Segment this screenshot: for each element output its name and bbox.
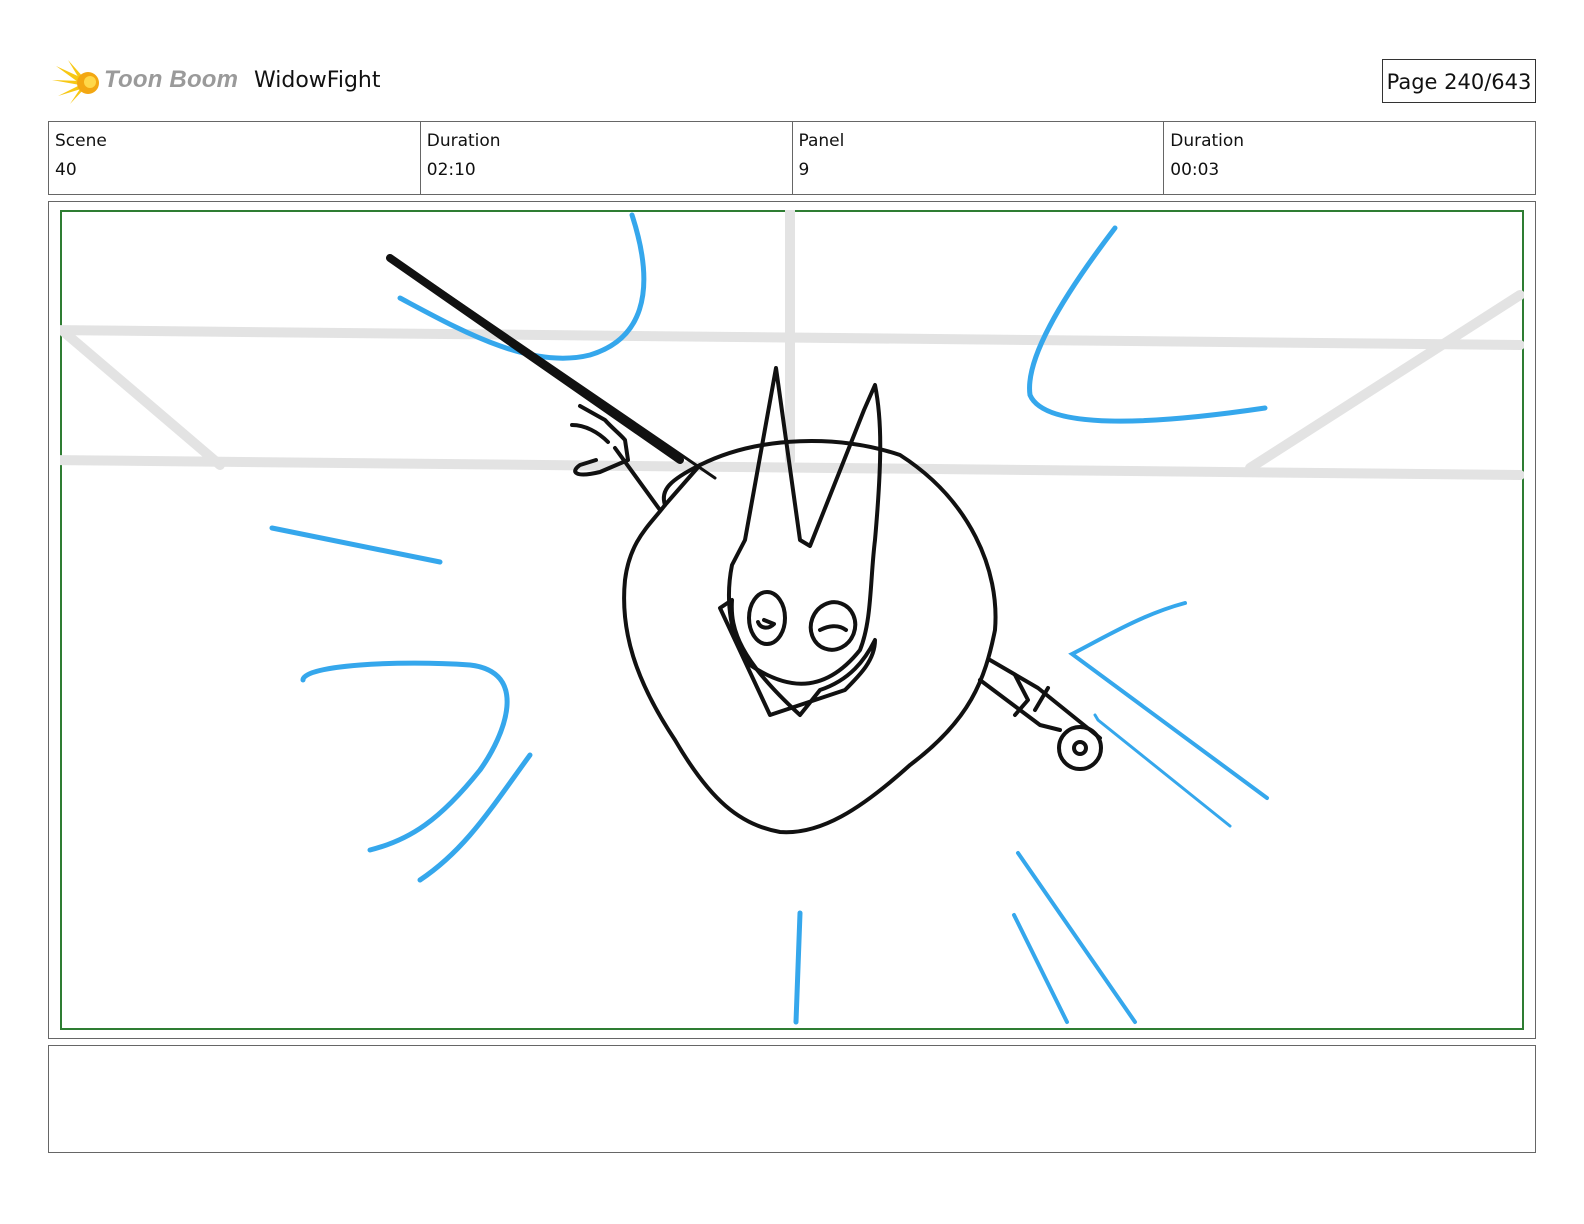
panel-label: Panel [798, 131, 845, 151]
starburst-logo-icon [52, 60, 99, 104]
project-title: WidowFight [254, 68, 381, 93]
page-header: Toon Boom WidowFight Page 240/643 [48, 52, 1536, 112]
caption-box [48, 1045, 1536, 1153]
scene-duration-label: Duration [426, 131, 501, 151]
scene-value: 40 [55, 160, 77, 180]
scene-duration-value: 02:10 [426, 160, 476, 180]
background-guide-lines [60, 210, 1524, 480]
page-indicator: Page 240/643 [1382, 59, 1536, 103]
scene-info-table: Scene 40 Duration 02:10 Panel 9 Duration… [48, 121, 1536, 195]
panel-cell: Panel 9 [791, 122, 1164, 194]
storyboard-drawing [60, 210, 1524, 1030]
brand-name: Toon Boom [104, 66, 239, 93]
scene-cell: Scene 40 [49, 122, 420, 194]
panel-duration-cell: Duration 00:03 [1163, 122, 1535, 194]
panel-duration-value: 00:03 [1170, 160, 1220, 180]
scene-duration-cell: Duration 02:10 [419, 122, 792, 194]
panel-duration-label: Duration [1170, 131, 1245, 151]
panel-value: 9 [798, 160, 810, 180]
scene-label: Scene [55, 131, 107, 151]
